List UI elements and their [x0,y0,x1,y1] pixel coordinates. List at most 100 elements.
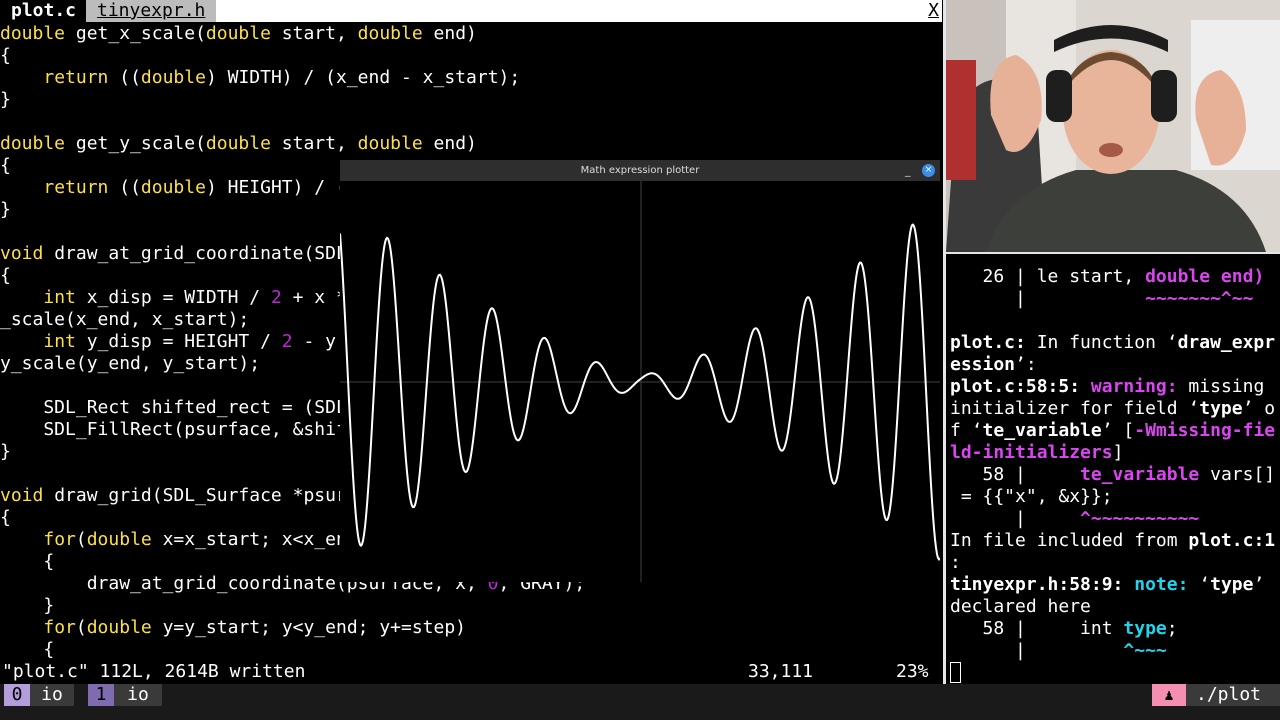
code-token: end) [422,133,477,154]
tmux-window-1-name[interactable]: io [114,684,162,706]
code-token: - y [292,331,336,352]
code-token: for [43,617,76,638]
plotter-titlebar[interactable]: Math expression plotter _ × [340,160,940,181]
terminal-token: | [950,288,1146,309]
terminal-token: warning: [1090,376,1178,397]
code-token: { [0,507,11,528]
plotter-window[interactable]: Math expression plotter _ × [340,160,940,582]
cursor-position-ruler: 33,111 [748,661,814,682]
terminal-token: ^~~~ [1123,640,1167,661]
terminal-token: plot.c:58:5: [950,376,1081,397]
webcam-image [946,0,1280,252]
terminal-token: type [1123,618,1167,639]
terminal-line: | ^~~~~~~~~~~ [950,508,1199,530]
minimize-button[interactable]: _ [905,160,911,181]
code-token: { [0,155,11,176]
terminal-token: initializer for field ‘ [950,398,1200,419]
code-line: } [0,595,942,617]
terminal-token: te_variable [1080,464,1200,485]
code-token: ( [75,617,87,638]
code-token: x=x_start; x<x_en [151,529,347,550]
code-token: ) WIDTH) / (x_end - x_start); [205,67,521,88]
terminal-token: ^~~~~~~~~~~ [1080,508,1200,529]
terminal-token: declared here [950,596,1091,617]
code-token: { [0,265,11,286]
terminal-token: note: [1134,574,1189,595]
tab-plot-c[interactable]: plot.c [0,0,88,22]
terminal-line: plot.c:58:5: warning: missing [950,376,1264,398]
code-token: return [43,67,109,88]
terminal-token: -Wmissing-fie [1134,420,1276,441]
tmux-window-0-index[interactable]: 0 [4,684,30,706]
tmux-window-0-name[interactable]: io [30,684,74,706]
tab-close-button[interactable]: X [928,0,939,22]
code-token: draw_grid(SDL_Surface *psur [43,485,347,506]
code-line: for(double y=y_start; y<y_end; y+=step) [0,617,942,639]
code-token: double [86,529,152,550]
close-button[interactable]: × [922,164,935,177]
terminal-token: plot.c: [950,332,1026,353]
code-token: y=y_start; y<y_end; y+=step) [151,617,467,638]
terminal-token: ’: [1015,354,1037,375]
code-token: } [0,441,11,462]
person-icon: ♟ [1152,684,1186,706]
code-token: return [43,177,109,198]
code-token: get_y_scale( [65,133,206,154]
terminal-cursor [950,662,961,683]
terminal-token: ’ [1253,574,1265,595]
terminal-token: ; [1166,618,1178,639]
code-token: double [357,23,423,44]
terminal-token: te_variable [982,420,1102,441]
terminal-token: ’ o [1242,398,1276,419]
terminal-token: type [1199,398,1243,419]
tmux-window-1-index[interactable]: 1 [88,684,114,706]
code-token: } [0,199,11,220]
terminal-token: In function ‘ [1025,332,1178,353]
terminal-token: In file included from [950,530,1189,551]
code-token: ( [75,529,87,550]
terminal-token: type [1210,574,1254,595]
code-token: (( [108,67,141,88]
code-token: draw_at_grid_coordinate(SDL [43,243,347,264]
code-token: double [140,67,206,88]
code-token: (( [108,177,141,198]
function-curve [340,223,940,562]
code-line: } [0,89,942,111]
code-token: double [86,617,152,638]
tab-tinyexpr-h[interactable]: tinyexpr.h [86,0,217,22]
terminal-token: tinyexpr.h:58:9: [950,574,1124,595]
code-token: start, [270,133,358,154]
code-token: double [140,177,206,198]
code-token: void [0,485,44,506]
code-token: 2 [281,331,293,352]
terminal-pane[interactable]: 26 | le start, double end) | ~~~~~~~^~~ p… [946,252,1280,684]
terminal-token: ld-initializers [950,442,1113,463]
terminal-token: : [950,552,961,573]
code-token: { [0,551,55,572]
terminal-token: missing [1177,376,1265,397]
code-token: ) HEIGHT) / ( [205,177,347,198]
terminal-token: ] [1112,442,1124,463]
terminal-token: draw_expr [1177,332,1276,353]
webcam-feed [946,0,1280,252]
code-token: 2 [270,287,282,308]
status-message: "plot.c" 112L, 2614B written [2,661,306,682]
code-token: get_x_scale( [65,23,206,44]
code-token: SDL_Rect shifted_rect = (SDL [0,397,347,418]
terminal-line: | ^~~~ [950,640,1167,662]
terminal-line: | ~~~~~~~^~~ [950,288,1253,310]
code-token: y_disp = HEIGHT / [75,331,282,352]
code-token: double [205,133,271,154]
terminal-line: 58 | te_variable vars[] [950,464,1276,486]
terminal-token: ~~~~~~~^~~ [1145,288,1254,309]
code-token: { [0,45,11,66]
vim-tabline: plot.c tinyexpr.h X [0,0,942,22]
code-token: { [0,639,55,660]
terminal-token: 58 | int [950,618,1124,639]
